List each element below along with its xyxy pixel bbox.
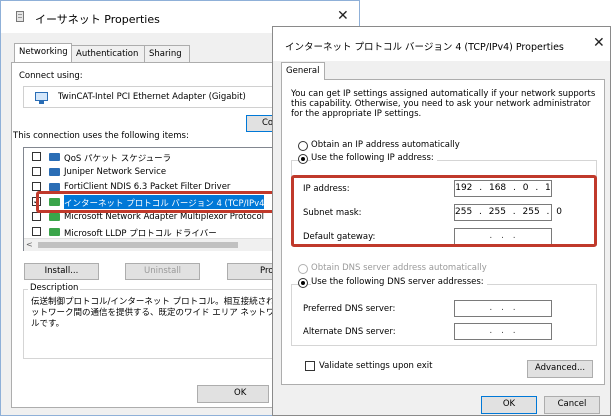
- title-bar[interactable]: インターネット プロトコル バージョン 4 (TCP/IPv4) Propert…: [273, 27, 610, 61]
- service-icon: [49, 168, 60, 176]
- item-checkbox[interactable]: [32, 227, 41, 236]
- window-title: イーサネット Properties: [35, 13, 160, 26]
- description-label: Description: [28, 283, 81, 293]
- advanced-button[interactable]: Advanced...: [527, 360, 593, 378]
- install-button[interactable]: Install...: [24, 263, 99, 280]
- network-adapter-icon: [13, 10, 27, 24]
- connect-using-label: Connect using:: [19, 71, 83, 81]
- protocol-icon: [49, 213, 60, 221]
- cancel-button[interactable]: Cancel: [544, 396, 600, 414]
- obtain-ip-auto-label[interactable]: Obtain an IP address automatically: [311, 140, 460, 150]
- tab-networking[interactable]: Networking: [14, 43, 72, 62]
- close-icon[interactable]: ✕: [337, 8, 349, 24]
- alternate-dns-field[interactable]: . . .: [454, 323, 552, 340]
- validate-label[interactable]: Validate settings upon exit: [319, 361, 432, 371]
- network-icon: [35, 92, 48, 104]
- tab-authentication[interactable]: Authentication: [71, 45, 145, 62]
- close-icon[interactable]: ✕: [593, 35, 605, 51]
- protocol-icon: [49, 228, 60, 236]
- scheduler-icon: [49, 153, 60, 161]
- alternate-dns-label: Alternate DNS server:: [303, 327, 396, 337]
- scroll-left-icon[interactable]: <: [26, 240, 33, 249]
- obtain-dns-auto-label[interactable]: Obtain DNS server address automatically: [311, 263, 487, 273]
- scroll-thumb[interactable]: [38, 242, 238, 248]
- use-following-dns-label[interactable]: Use the following DNS server addresses:: [311, 277, 487, 287]
- obtain-ip-auto-radio[interactable]: [298, 141, 308, 151]
- items-label: This connection uses the following items…: [13, 131, 189, 141]
- validate-checkbox[interactable]: [305, 361, 315, 371]
- preferred-dns-field[interactable]: . . .: [454, 300, 552, 317]
- uninstall-button[interactable]: Uninstall: [125, 263, 200, 280]
- item-checkbox[interactable]: [32, 182, 41, 191]
- use-following-ip-label[interactable]: Use the following IP address:: [311, 153, 437, 163]
- highlight-frame: [291, 175, 597, 247]
- highlight-frame: [36, 191, 299, 213]
- item-checkbox[interactable]: [32, 167, 41, 176]
- info-text: You can get IP settings assigned automat…: [291, 89, 596, 119]
- item-checkbox[interactable]: [32, 152, 41, 161]
- filter-driver-icon: [49, 183, 60, 191]
- adapter-name: TwinCAT-Intel PCI Ethernet Adapter (Giga…: [58, 92, 246, 102]
- tcpipv4-properties-window: インターネット プロトコル バージョン 4 (TCP/IPv4) Propert…: [272, 26, 611, 416]
- tab-sharing[interactable]: Sharing: [144, 45, 190, 62]
- use-following-ip-radio[interactable]: [298, 154, 308, 164]
- ok-button[interactable]: OK: [197, 385, 269, 403]
- ok-button[interactable]: OK: [481, 396, 537, 414]
- preferred-dns-label: Preferred DNS server:: [303, 304, 396, 314]
- tab-general[interactable]: General: [281, 62, 325, 80]
- window-title: インターネット プロトコル バージョン 4 (TCP/IPv4) Propert…: [285, 42, 564, 53]
- use-following-dns-radio[interactable]: [298, 278, 308, 288]
- item-checkbox[interactable]: [32, 212, 41, 221]
- obtain-dns-auto-radio[interactable]: [298, 264, 308, 274]
